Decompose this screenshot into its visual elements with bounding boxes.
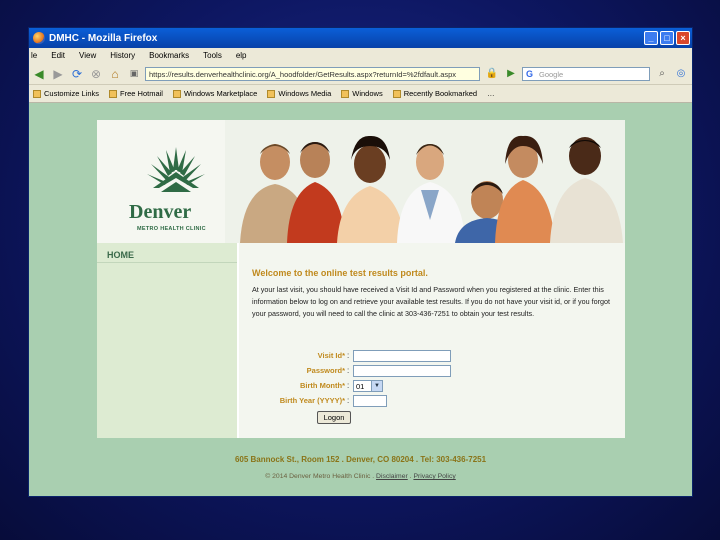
mountain-sunburst-icon	[147, 147, 205, 192]
menu-view[interactable]: View	[79, 51, 96, 60]
form-row-birth-year: Birth Year (YYYY)* :	[252, 393, 552, 408]
lock-icon: 🔒	[485, 68, 499, 79]
bookmark-item[interactable]: Recently Bookmarked	[392, 89, 477, 98]
firefox-icon	[33, 32, 45, 44]
password-input[interactable]	[353, 364, 451, 377]
bookmark-item[interactable]: Free Hotmail	[109, 89, 163, 98]
menu-bar: le Edit View History Bookmarks Tools elp	[29, 48, 692, 63]
back-icon[interactable]: ◀	[31, 66, 47, 82]
birth-month-value: 01	[356, 381, 365, 391]
stop-icon[interactable]: ⊗	[88, 66, 104, 82]
birth-year-label: Birth Year (YYYY)*	[279, 396, 345, 405]
visit-id-input[interactable]	[353, 349, 451, 362]
form-row-visit-id: Visit Id* :	[252, 348, 552, 363]
page-title: Welcome to the online test results porta…	[252, 268, 428, 278]
footer-address: 605 Bannock St., Room 152 . Denver, CO 8…	[234, 455, 487, 464]
bookmark-icon	[392, 89, 401, 98]
logo-subtitle: METRO HEALTH CLINIC	[137, 226, 206, 232]
maximize-button[interactable]: □	[660, 31, 674, 45]
browser-window: DMHC - Mozilla Firefox _ □ × le Edit Vie…	[28, 27, 693, 497]
birth-year-input[interactable]	[353, 394, 387, 407]
logo-wordmark: Denver	[129, 201, 192, 223]
bookmark-icon	[33, 89, 41, 98]
site-page: Denver METRO HEALTH CLINIC HOME Welcome …	[97, 120, 625, 438]
bookmark-icon	[267, 89, 276, 98]
window-title: DMHC - Mozilla Firefox	[49, 32, 158, 44]
site-banner: Denver METRO HEALTH CLINIC	[97, 120, 625, 243]
menu-bookmarks[interactable]: Bookmarks	[149, 51, 189, 60]
footer-copyright: © 2014 Denver Metro Health Clinic .	[265, 473, 375, 480]
bookmark-item[interactable]: Windows	[341, 89, 383, 98]
disclaimer-link[interactable]: Disclaimer	[376, 473, 408, 480]
login-form: Visit Id* : Password* : Birth Month* : 0…	[252, 348, 552, 424]
form-row-birth-month: Birth Month* : 01 ▼	[252, 378, 552, 393]
google-icon: G	[526, 68, 534, 79]
menu-file[interactable]: le	[31, 51, 37, 60]
footer-links: © 2014 Denver Metro Health Clinic . Disc…	[29, 473, 692, 480]
form-row-password: Password* :	[252, 363, 552, 378]
menu-edit[interactable]: Edit	[51, 51, 65, 60]
forward-icon[interactable]: ▶	[50, 66, 66, 82]
url-text: https://results.denverhealthclinic.org/A…	[149, 69, 457, 79]
page-viewport: Denver METRO HEALTH CLINIC HOME Welcome …	[29, 103, 692, 496]
bookmark-icon	[109, 89, 118, 98]
search-placeholder: Google	[539, 69, 564, 79]
bookmark-item[interactable]: Windows Marketplace	[172, 89, 257, 98]
site-favicon: ▣	[129, 68, 139, 78]
clinic-logo: Denver METRO HEALTH CLINIC	[127, 142, 217, 242]
bookmarks-overflow[interactable]: …	[487, 89, 495, 98]
bookmark-item[interactable]: Customize Links	[33, 89, 99, 98]
privacy-policy-link[interactable]: Privacy Policy	[413, 473, 455, 480]
bookmark-icon	[341, 89, 350, 98]
password-label: Password*	[306, 366, 345, 375]
visit-id-label: Visit Id*	[317, 351, 345, 360]
home-icon[interactable]: ⌂	[107, 66, 123, 82]
bookmark-item[interactable]: Windows Media	[267, 89, 331, 98]
menu-help[interactable]: elp	[236, 51, 247, 60]
intro-text: At your last visit, you should have rece…	[252, 285, 610, 319]
go-icon[interactable]: ▶	[503, 66, 519, 82]
status-icon: ◎	[676, 68, 686, 79]
url-bar[interactable]: https://results.denverhealthclinic.org/A…	[145, 66, 480, 81]
search-input[interactable]: G Google	[522, 66, 650, 81]
search-magnifier-icon[interactable]: ⌕	[654, 66, 670, 82]
title-bar: DMHC - Mozilla Firefox _ □ ×	[29, 28, 692, 48]
bookmarks-toolbar: Customize Links Free Hotmail Windows Mar…	[29, 85, 692, 103]
birth-month-label: Birth Month*	[300, 381, 345, 390]
main-content: Welcome to the online test results porta…	[252, 268, 617, 321]
menu-tools[interactable]: Tools	[203, 51, 222, 60]
sidebar-item-home[interactable]: HOME	[97, 243, 237, 263]
minimize-button[interactable]: _	[644, 31, 658, 45]
reload-icon[interactable]: ⟳	[69, 66, 85, 82]
navigation-toolbar: ◀ ▶ ⟳ ⊗ ⌂ ▣ https://results.denverhealth…	[29, 63, 692, 85]
menu-history[interactable]: History	[110, 51, 135, 60]
sidebar: HOME	[97, 243, 239, 438]
logon-button[interactable]: Logon	[317, 410, 351, 424]
bookmark-icon	[172, 89, 181, 98]
close-button[interactable]: ×	[676, 31, 690, 45]
form-row-submit: Logon	[252, 408, 552, 424]
chevron-down-icon[interactable]: ▼	[371, 380, 382, 391]
staff-photo	[225, 120, 625, 243]
birth-month-select[interactable]: 01 ▼	[353, 379, 383, 392]
